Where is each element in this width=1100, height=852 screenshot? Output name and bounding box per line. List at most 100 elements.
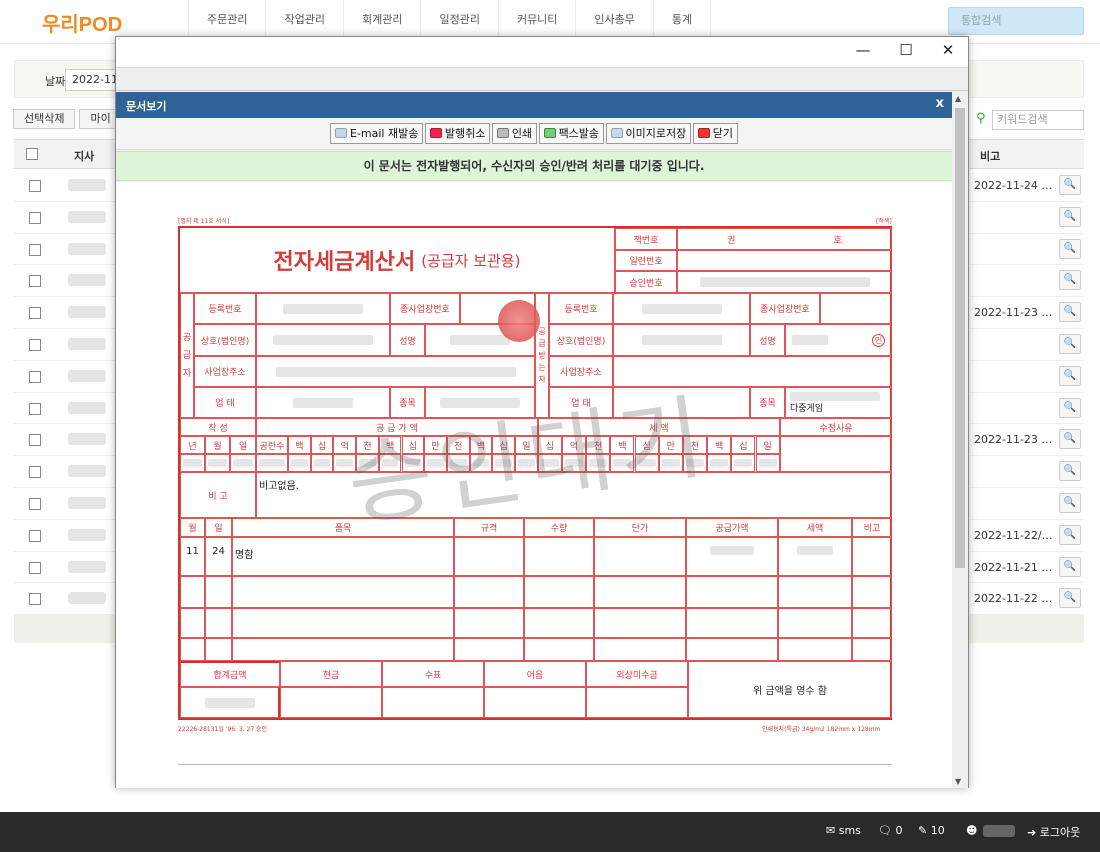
vertical-scrollbar[interactable]: ▲ ▼ [952, 92, 968, 788]
item-cell [778, 537, 852, 576]
chat-link[interactable]: 🗨 0 [878, 824, 902, 837]
row-checkbox[interactable] [29, 466, 41, 479]
supplier-reg-redacted [283, 303, 363, 314]
search-icon[interactable]: ⚲ [976, 111, 986, 126]
zoom-icon[interactable]: 🔍 [1059, 556, 1081, 577]
cash-label: 현금 [280, 661, 382, 687]
item-cell [454, 576, 524, 608]
row-checkbox[interactable] [29, 402, 41, 415]
zoom-icon[interactable]: 🔍 [1059, 238, 1081, 259]
row-checkbox[interactable] [29, 593, 41, 606]
item-cell [852, 537, 892, 576]
close-window-icon[interactable]: ✕ [938, 41, 958, 59]
digit-value-cell [205, 454, 230, 472]
row-checkbox[interactable] [29, 561, 41, 574]
digit-value-redacted [233, 459, 253, 467]
note-label: 어음 [484, 661, 586, 687]
zoom-icon[interactable]: 🔍 [1059, 461, 1081, 482]
keyword-search-input[interactable]: 키워드검색 [992, 110, 1084, 130]
supplier-company-value [256, 324, 390, 356]
maximize-icon[interactable]: ☐ [896, 41, 916, 59]
supplier-sub-biz-label: 종사업장번호 [390, 293, 460, 324]
receiver-company-value [613, 324, 750, 356]
supplier-address-redacted [275, 366, 516, 377]
item-cell [205, 576, 232, 608]
zoom-icon[interactable]: 🔍 [1059, 270, 1081, 291]
digit-value-redacted [313, 459, 331, 467]
scroll-down-icon[interactable]: ▼ [955, 777, 961, 786]
row-checkbox[interactable] [29, 180, 41, 192]
digit-value-redacted [710, 459, 729, 467]
book-no-label: 책번호 [615, 228, 677, 250]
scroll-up-icon[interactable]: ▲ [955, 94, 961, 103]
approval-pending-notice: 이 문서는 전자발행되어, 수신자의 승인/반려 처리를 대기중 입니다. [116, 151, 952, 181]
row-checkbox[interactable] [29, 307, 41, 320]
status-bar: ✉ sms 🗨 0 ✎ 10 ☻ ➜ 로그아웃 [0, 812, 1100, 852]
app-logo[interactable]: 우리POD [42, 8, 122, 37]
dialog-close-button[interactable]: x [936, 96, 944, 111]
zoom-icon[interactable]: 🔍 [1059, 588, 1081, 609]
row-checkbox[interactable] [29, 338, 41, 351]
receiver-reg-redacted [641, 303, 722, 314]
digit-value-cell [256, 454, 288, 472]
note-cell: 2022-11-21 … [974, 560, 1053, 574]
book-no-value: 권호 [677, 228, 892, 250]
zoom-icon[interactable]: 🔍 [1059, 175, 1081, 195]
item-cell [180, 638, 205, 661]
item-cell [205, 638, 232, 661]
item-cell: 11 [180, 537, 205, 576]
row-checkbox[interactable] [29, 275, 41, 288]
digit-tax: 일 [755, 436, 780, 454]
save-image-button[interactable]: 이미지로저장 [605, 123, 692, 144]
item-header-cell: 수량 [524, 518, 594, 537]
item-cell [594, 537, 686, 576]
zoom-icon[interactable]: 🔍 [1059, 365, 1081, 386]
receiver-item-redacted [790, 391, 880, 401]
cancel-issue-button[interactable]: 발행취소 [424, 123, 491, 144]
keyword-search: ⚲ 키워드검색 [976, 110, 1084, 130]
item-cell: 명함 [232, 537, 454, 576]
zoom-icon[interactable]: 🔍 [1059, 492, 1081, 513]
zoom-icon[interactable]: 🔍 [1059, 302, 1081, 323]
supplier-address-value [256, 356, 535, 387]
supplier-biz-type-label: 업 태 [194, 387, 256, 418]
row-checkbox[interactable] [29, 529, 41, 542]
resend-email-button[interactable]: E-mail 재발송 [329, 123, 424, 144]
digit-value-redacted [208, 459, 227, 467]
item-cell [454, 537, 524, 576]
zoom-icon[interactable]: 🔍 [1059, 206, 1081, 227]
print-button[interactable]: 인쇄 [491, 123, 538, 144]
scrollbar-thumb[interactable] [955, 108, 965, 568]
cancel-doc-icon [429, 128, 442, 138]
row-checkbox[interactable] [29, 497, 41, 510]
branch-column-header[interactable]: 지사 [74, 148, 94, 164]
delete-selected-button[interactable]: 선택삭제 [13, 109, 76, 129]
edit-link[interactable]: ✎ 10 [918, 824, 945, 837]
note-column-header[interactable]: 비고 [980, 148, 1000, 164]
zoom-icon[interactable]: 🔍 [1059, 397, 1081, 418]
row-checkbox[interactable] [29, 243, 41, 256]
user-icon[interactable]: ☻ [966, 824, 977, 837]
zoom-icon[interactable]: 🔍 [1059, 429, 1081, 450]
select-all-checkbox[interactable] [26, 148, 38, 160]
revision-value [780, 436, 892, 472]
row-checkbox[interactable] [29, 434, 41, 447]
item-cell [852, 608, 892, 638]
minimize-icon[interactable]: — [853, 41, 873, 59]
approval-no-value [677, 271, 892, 293]
row-checkbox[interactable] [29, 211, 41, 224]
date-label: 날짜 [45, 75, 66, 88]
digit-month: 월 [205, 436, 230, 454]
zoom-icon[interactable]: 🔍 [1059, 524, 1081, 545]
dialog-header: 문서보기 x [116, 92, 952, 118]
image-icon [610, 128, 623, 138]
fax-button[interactable]: 팩스발송 [538, 123, 605, 144]
close-button[interactable]: 닫기 [692, 123, 739, 144]
sms-link[interactable]: ✉ sms [826, 824, 861, 837]
zoom-icon[interactable]: 🔍 [1059, 333, 1081, 354]
global-search-input[interactable]: 통합검색 [948, 7, 1084, 35]
edit-icon: ✎ [918, 824, 928, 837]
logout-link[interactable]: ➜ 로그아웃 [1027, 824, 1080, 840]
row-checkbox[interactable] [29, 370, 41, 383]
item-cell [852, 576, 892, 608]
